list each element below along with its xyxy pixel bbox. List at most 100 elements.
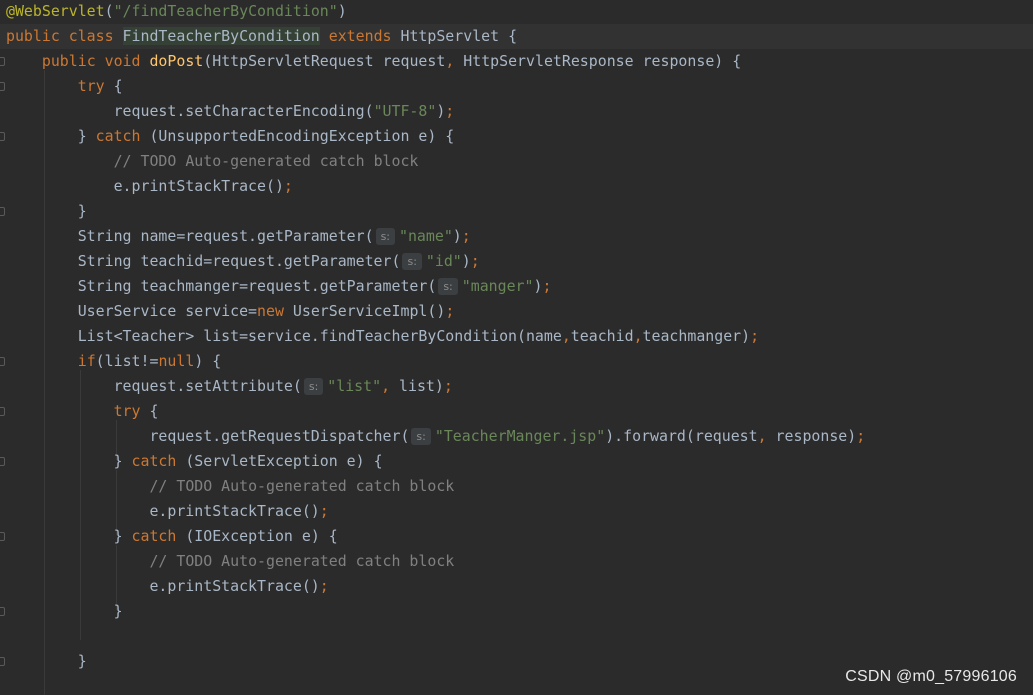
code-token: teachid <box>570 327 634 345</box>
code-token: ) <box>337 2 347 20</box>
code-token: ; <box>750 327 760 345</box>
code-token: "TeacherManger.jsp" <box>434 427 606 445</box>
code-line[interactable]: public void doPost(HttpServletRequest re… <box>0 49 1033 74</box>
code-line[interactable]: @WebServlet("/findTeacherByCondition") <box>0 0 1033 24</box>
code-token: ) <box>436 102 446 120</box>
code-line[interactable]: UserService service=new UserServiceImpl(… <box>0 299 1033 324</box>
code-token: if <box>77 352 96 370</box>
code-token: String name=request.getParameter( <box>6 227 374 245</box>
code-line[interactable]: try { <box>0 74 1033 99</box>
code-line[interactable]: String teachmanger=request.getParameter(… <box>0 274 1033 299</box>
code-token: e.printStackTrace() <box>6 177 284 195</box>
code-token: doPost <box>149 52 204 70</box>
code-line[interactable]: try { <box>0 399 1033 424</box>
code-token: // TODO Auto-generated catch block <box>113 152 419 170</box>
code-token: { <box>149 402 159 420</box>
code-token: (ServletException e) { <box>185 452 383 470</box>
parameter-hint: s: <box>402 253 422 270</box>
code-line[interactable]: String teachid=request.getParameter(s: "i… <box>0 249 1033 274</box>
code-line[interactable]: // TODO Auto-generated catch block <box>0 474 1033 499</box>
code-token: ; <box>470 252 480 270</box>
code-token: } <box>6 527 132 545</box>
code-token: catch <box>95 127 150 145</box>
code-token: String teachmanger=request.getParameter( <box>6 277 437 295</box>
code-token: , <box>633 327 643 345</box>
code-token: , <box>381 377 400 395</box>
parameter-hint: s: <box>438 278 458 295</box>
code-line[interactable]: } <box>0 599 1033 624</box>
code-token: list) <box>399 377 444 395</box>
code-token: ; <box>319 502 329 520</box>
code-token: ).forward(request <box>605 427 758 445</box>
code-token: request.setAttribute( <box>6 377 302 395</box>
code-line[interactable]: request.setAttribute(s: "list", list); <box>0 374 1033 399</box>
code-line[interactable]: } catch (ServletException e) { <box>0 449 1033 474</box>
code-token: e.printStackTrace() <box>6 577 320 595</box>
code-line[interactable]: List<Teacher> list=service.findTeacherBy… <box>0 324 1033 349</box>
code-token: ; <box>283 177 293 195</box>
code-token: new <box>257 302 293 320</box>
code-token: "id" <box>425 252 462 270</box>
code-line[interactable]: String name=request.getParameter(s: "name… <box>0 224 1033 249</box>
code-line[interactable]: request.setCharacterEncoding("UTF-8"); <box>0 99 1033 124</box>
code-token: "name" <box>399 227 453 245</box>
code-line[interactable]: e.printStackTrace(); <box>0 174 1033 199</box>
code-token: try <box>113 402 150 420</box>
code-token: ) <box>452 227 462 245</box>
code-token: try <box>77 77 114 95</box>
code-token: } <box>6 202 87 220</box>
code-token: FindTeacherByCondition <box>122 27 320 45</box>
code-token: catch <box>131 527 186 545</box>
code-token: teachmanger) <box>642 327 751 345</box>
parameter-hint: s: <box>303 378 324 395</box>
code-token: ; <box>856 427 866 445</box>
code-token: , <box>757 427 776 445</box>
code-token: ; <box>443 377 453 395</box>
code-line[interactable]: } <box>0 199 1033 224</box>
code-line[interactable]: request.getRequestDispatcher(s: "TeacherM… <box>0 424 1033 449</box>
code-token: request.getRequestDispatcher( <box>6 427 410 445</box>
code-line[interactable]: } catch (IOException e) { <box>0 524 1033 549</box>
parameter-hint: s: <box>375 228 395 245</box>
code-token: catch <box>131 452 186 470</box>
code-token: } <box>6 127 96 145</box>
code-token: UserServiceImpl() <box>292 302 446 320</box>
code-token: "manger" <box>461 277 534 295</box>
code-line[interactable]: // TODO Auto-generated catch block <box>0 549 1033 574</box>
code-line[interactable]: public class FindTeacherByCondition exte… <box>0 24 1033 49</box>
code-token: "UTF-8" <box>373 102 437 120</box>
code-token: , <box>561 327 571 345</box>
code-token: { <box>113 77 123 95</box>
code-token: } <box>6 652 87 670</box>
code-token: response) <box>775 427 857 445</box>
code-token: } <box>6 602 123 620</box>
code-line[interactable]: e.printStackTrace(); <box>0 499 1033 524</box>
code-token: ) <box>461 252 471 270</box>
code-token: HttpServletResponse response) { <box>463 52 742 70</box>
code-token: ; <box>461 227 471 245</box>
code-token: ) { <box>194 352 222 370</box>
code-line[interactable]: // TODO Auto-generated catch block <box>0 149 1033 174</box>
code-token: } <box>6 452 132 470</box>
code-line[interactable]: e.printStackTrace(); <box>0 574 1033 599</box>
code-token: public void <box>41 52 150 70</box>
code-token: , <box>445 52 464 70</box>
code-token: // TODO Auto-generated catch block <box>149 477 455 495</box>
code-token: ( <box>104 2 114 20</box>
code-line[interactable] <box>0 624 1033 649</box>
code-line[interactable]: if(list!=null) { <box>0 349 1033 374</box>
code-line[interactable]: } catch (UnsupportedEncodingException e)… <box>0 124 1033 149</box>
watermark-text: CSDN @m0_57996106 <box>845 668 1017 685</box>
code-editor[interactable]: @WebServlet("/findTeacherByCondition") pu… <box>0 0 1033 695</box>
code-token: List<Teacher> list=service.findTeacherBy… <box>6 327 562 345</box>
code-token: public class <box>6 27 123 45</box>
code-token: HttpServlet { <box>400 27 518 45</box>
code-token: (IOException e) { <box>185 527 338 545</box>
code-token: (list!= <box>95 352 159 370</box>
